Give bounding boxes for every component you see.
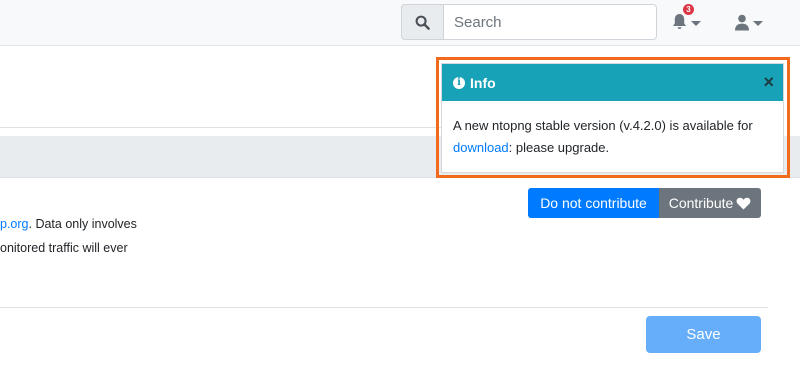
heart-icon — [736, 197, 751, 210]
user-icon — [735, 14, 749, 30]
bell-icon — [673, 14, 686, 29]
toast-title: Info — [470, 74, 496, 91]
toast-body: A new ntopng stable version (v.4.2.0) is… — [442, 101, 783, 159]
search-group — [401, 4, 657, 40]
search-button[interactable] — [401, 4, 443, 40]
search-icon — [415, 15, 430, 30]
footer-divider — [0, 307, 768, 308]
notifications-dropdown[interactable]: 3 — [671, 4, 701, 34]
contribute-label: Contribute — [668, 195, 734, 211]
contribute-button[interactable]: Contribute — [659, 188, 761, 218]
chevron-down-icon — [691, 20, 701, 26]
info-toast: i Info × A new ntopng stable version (v.… — [441, 63, 784, 173]
toast-header: i Info × — [442, 64, 783, 101]
do-not-contribute-button[interactable]: Do not contribute — [528, 188, 659, 218]
download-link[interactable]: download — [453, 140, 509, 155]
toast-message: A new ntopng stable version (v.4.2.0) is… — [453, 118, 753, 133]
info-icon: i — [453, 76, 465, 89]
toast-message-end: : please upgrade. — [508, 140, 610, 155]
ntop-org-link[interactable]: p.org — [0, 217, 29, 231]
description-line-2: onitored traffic will ever — [0, 241, 128, 255]
description-line-1: p.org. Data only involves — [0, 217, 137, 231]
search-input[interactable] — [443, 4, 657, 40]
close-icon[interactable]: × — [763, 72, 774, 93]
description-text: . Data only involves — [28, 217, 137, 231]
user-menu-dropdown[interactable] — [734, 10, 763, 34]
save-button[interactable]: Save — [646, 316, 761, 353]
chevron-down-icon — [753, 20, 763, 26]
top-navbar: 3 — [0, 0, 800, 46]
notification-count-badge: 3 — [683, 4, 694, 15]
